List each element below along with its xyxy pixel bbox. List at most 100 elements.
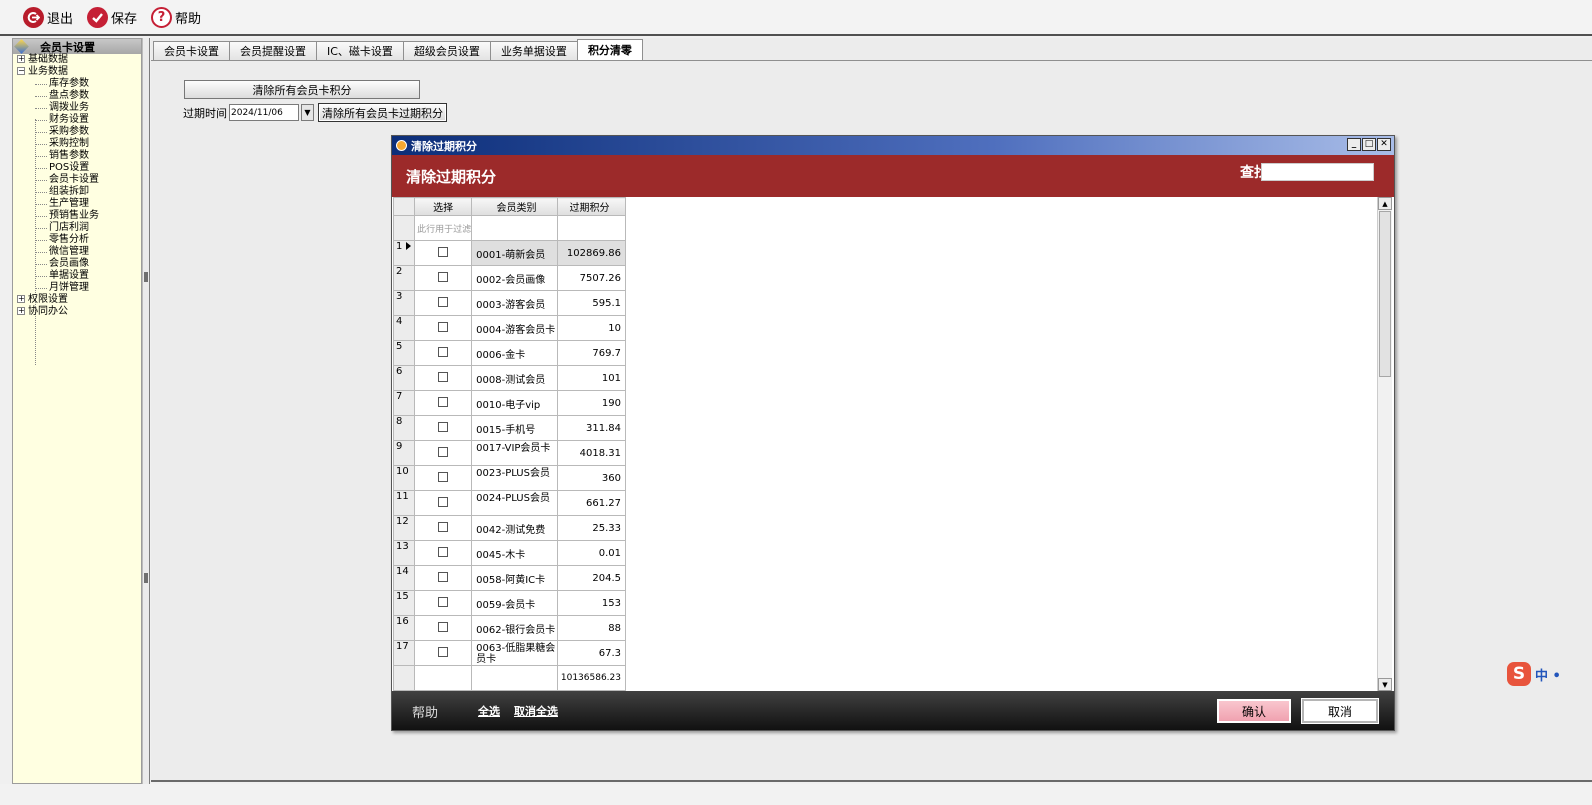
expired-points-cell[interactable]: 311.84: [556, 415, 627, 441]
confirm-button[interactable]: 确认: [1217, 699, 1291, 723]
row-select-checkbox[interactable]: [438, 596, 449, 607]
filter-hint[interactable]: 此行用于过滤: [414, 215, 473, 241]
tree-node[interactable]: 组装拆卸: [13, 186, 141, 198]
row-select-checkbox[interactable]: [438, 646, 449, 657]
collapse-icon[interactable]: −: [17, 67, 25, 75]
expired-points-cell[interactable]: 595.1: [556, 290, 627, 316]
row-select-checkbox[interactable]: [438, 371, 449, 382]
tree-node[interactable]: 零售分析: [13, 234, 141, 246]
clear-all-points-button[interactable]: 清除所有会员卡积分: [184, 80, 420, 99]
search-input[interactable]: [1261, 163, 1374, 181]
table-row[interactable]: 10 0023-PLUS会员 360: [392, 465, 627, 491]
row-select-checkbox[interactable]: [438, 496, 449, 507]
tree-node[interactable]: + 权限设置: [13, 294, 141, 306]
save-button[interactable]: 保存: [84, 4, 140, 30]
filter-cell-type[interactable]: [471, 215, 558, 241]
tree-node[interactable]: 会员画像: [13, 258, 141, 270]
expired-points-cell[interactable]: 769.7: [556, 340, 627, 366]
member-type-cell[interactable]: 0059-会员卡: [471, 590, 558, 616]
member-type-cell[interactable]: 0003-游客会员: [471, 290, 558, 316]
member-type-cell[interactable]: 0015-手机号: [471, 415, 558, 441]
table-row[interactable]: 6 0008-测试会员 101: [392, 365, 627, 391]
table-row[interactable]: 1 0001-萌新会员 102869.86: [392, 240, 627, 266]
tree-node[interactable]: POS设置: [13, 162, 141, 174]
help-button[interactable]: ? 帮助: [148, 4, 204, 30]
member-type-cell[interactable]: 0062-银行会员卡: [471, 615, 558, 641]
member-type-cell[interactable]: 0001-萌新会员: [471, 240, 558, 266]
expired-points-cell[interactable]: 360: [556, 465, 627, 491]
column-header-select[interactable]: 选择: [414, 197, 473, 216]
dialog-titlebar[interactable]: 清除过期积分 _ □ ✕: [392, 136, 1394, 155]
expired-points-cell[interactable]: 88: [556, 615, 627, 641]
expired-points-cell[interactable]: 190: [556, 390, 627, 416]
tree-node[interactable]: 盘点参数: [13, 90, 141, 102]
expired-points-cell[interactable]: 661.27: [556, 490, 627, 516]
row-select-checkbox[interactable]: [438, 346, 449, 357]
expired-points-cell[interactable]: 101: [556, 365, 627, 391]
minimize-button[interactable]: _: [1347, 138, 1361, 151]
table-row[interactable]: 14 0058-阿黄IC卡 204.5: [392, 565, 627, 591]
date-dropdown-button[interactable]: ▼: [301, 104, 314, 121]
tree-node[interactable]: + 协同办公: [13, 306, 141, 318]
tree-node[interactable]: 采购参数: [13, 126, 141, 138]
scroll-down-button[interactable]: ▼: [1378, 678, 1392, 691]
row-select-checkbox[interactable]: [438, 246, 449, 257]
table-row[interactable]: 12 0042-测试免费 25.33: [392, 515, 627, 541]
tree-node[interactable]: 会员卡设置: [13, 174, 141, 186]
table-row[interactable]: 3 0003-游客会员 595.1: [392, 290, 627, 316]
tree-node[interactable]: 库存参数: [13, 78, 141, 90]
expired-points-cell[interactable]: 102869.86: [556, 240, 627, 266]
tree-node[interactable]: 调拨业务: [13, 102, 141, 114]
row-select-checkbox[interactable]: [438, 421, 449, 432]
panel-splitter[interactable]: [142, 38, 150, 784]
table-row[interactable]: 13 0045-木卡 0.01: [392, 540, 627, 566]
expired-points-cell[interactable]: 10: [556, 315, 627, 341]
expired-points-cell[interactable]: 4018.31: [556, 440, 627, 466]
vertical-scrollbar[interactable]: ▲ ▼: [1377, 197, 1392, 691]
member-type-cell[interactable]: 0006-金卡: [471, 340, 558, 366]
expand-icon[interactable]: +: [17, 295, 25, 303]
scroll-thumb[interactable]: [1379, 211, 1391, 377]
member-type-cell[interactable]: 0008-测试会员: [471, 365, 558, 391]
table-row[interactable]: 5 0006-金卡 769.7: [392, 340, 627, 366]
tree-node[interactable]: 生产管理: [13, 198, 141, 210]
member-type-cell[interactable]: 0010-电子vip: [471, 390, 558, 416]
expired-points-cell[interactable]: 0.01: [556, 540, 627, 566]
filter-row[interactable]: 此行用于过滤: [392, 215, 627, 241]
member-type-cell[interactable]: 0017-VIP会员卡: [471, 440, 558, 466]
table-row[interactable]: 4 0004-游客会员卡 10: [392, 315, 627, 341]
row-select-checkbox[interactable]: [438, 296, 449, 307]
row-select-checkbox[interactable]: [438, 321, 449, 332]
column-header-member-type[interactable]: 会员类别: [471, 197, 558, 216]
row-select-checkbox[interactable]: [438, 546, 449, 557]
member-type-cell[interactable]: 0042-测试免费: [471, 515, 558, 541]
cancel-button[interactable]: 取消: [1301, 698, 1379, 724]
member-type-cell[interactable]: 0023-PLUS会员: [471, 465, 558, 491]
tab-super-member-settings[interactable]: 超级会员设置: [402, 41, 491, 60]
tab-member-reminder-settings[interactable]: 会员提醒设置: [229, 41, 317, 60]
table-row[interactable]: 9 0017-VIP会员卡 4018.31: [392, 440, 627, 466]
member-type-cell[interactable]: 0058-阿黄IC卡: [471, 565, 558, 591]
member-type-cell[interactable]: 0045-木卡: [471, 540, 558, 566]
tab-business-doc-settings[interactable]: 业务单据设置: [489, 41, 578, 60]
row-select-checkbox[interactable]: [438, 396, 449, 407]
tree-node[interactable]: + 基础数据: [13, 54, 141, 66]
scroll-up-button[interactable]: ▲: [1378, 197, 1392, 210]
table-row[interactable]: 2 0002-会员画像 7507.26: [392, 265, 627, 291]
expire-date-input[interactable]: 2024/11/06: [229, 104, 299, 121]
member-type-cell[interactable]: 0063-低脂果糖会员卡: [471, 640, 558, 666]
table-row[interactable]: 8 0015-手机号 311.84: [392, 415, 627, 441]
table-row[interactable]: 16 0062-银行会员卡 88: [392, 615, 627, 641]
expired-points-cell[interactable]: 67.3: [556, 640, 627, 666]
table-row[interactable]: 17 0063-低脂果糖会员卡 67.3: [392, 640, 627, 666]
exit-button[interactable]: 退出: [20, 4, 76, 30]
expired-points-cell[interactable]: 25.33: [556, 515, 627, 541]
tree-node[interactable]: 月饼管理: [13, 282, 141, 294]
tab-member-card-settings[interactable]: 会员卡设置: [153, 41, 230, 60]
clear-expired-points-button[interactable]: 清除所有会员卡过期积分: [318, 103, 447, 122]
deselect-all-link[interactable]: 取消全选: [514, 703, 558, 719]
member-type-cell[interactable]: 0024-PLUS会员: [471, 490, 558, 516]
tree-node[interactable]: 采购控制: [13, 138, 141, 150]
member-type-cell[interactable]: 0004-游客会员卡: [471, 315, 558, 341]
filter-cell-points[interactable]: [556, 215, 627, 241]
